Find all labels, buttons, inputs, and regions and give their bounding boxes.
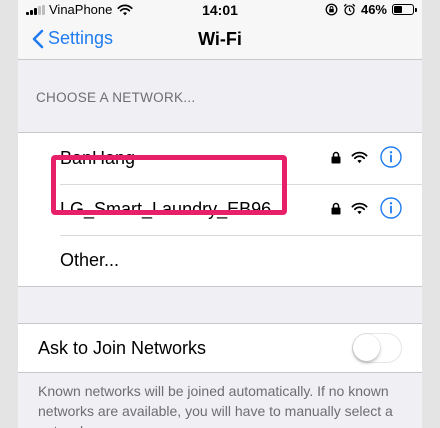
battery-icon	[392, 4, 417, 15]
toggle-knob	[353, 334, 380, 361]
ask-to-join-label: Ask to Join Networks	[38, 337, 207, 358]
battery-fill	[394, 6, 403, 13]
network-name: Other...	[60, 250, 120, 270]
ask-to-join-toggle[interactable]	[352, 333, 402, 363]
rotation-lock-icon	[325, 3, 338, 16]
footer-note: Known networks will be joined automatica…	[38, 383, 393, 428]
network-list: BanHang LG_Smart_Laundry_EB96 Other...	[18, 132, 422, 287]
alarm-icon	[343, 3, 356, 16]
lock-icon	[331, 202, 341, 214]
status-right: 46%	[325, 2, 417, 17]
network-icons	[331, 146, 402, 168]
status-bar: VinaPhone 14:01 46%	[18, 0, 422, 20]
page-title: Wi-Fi	[198, 29, 242, 49]
settings-screen: VinaPhone 14:01 46% Settings Wi-Fi CHOOS…	[18, 0, 422, 428]
info-icon[interactable]	[380, 146, 402, 168]
network-row-other[interactable]: Other...	[18, 235, 422, 286]
wifi-signal-icon	[351, 151, 368, 163]
right-frame-border	[422, 0, 440, 428]
network-icons	[331, 197, 402, 219]
network-row-banhang[interactable]: BanHang	[18, 133, 422, 184]
navigation-bar: Settings Wi-Fi	[18, 20, 422, 60]
left-frame-border	[0, 0, 18, 428]
network-name: BanHang	[60, 148, 136, 168]
network-row-lg-smart-laundry[interactable]: LG_Smart_Laundry_EB96	[18, 184, 422, 235]
lock-icon	[331, 151, 341, 163]
battery-percent: 46%	[360, 2, 387, 17]
ask-to-join-row: Ask to Join Networks	[18, 323, 422, 373]
section-header: CHOOSE A NETWORK...	[36, 90, 196, 105]
wifi-signal-icon	[351, 202, 368, 214]
network-name: LG_Smart_Laundry_EB96	[60, 199, 272, 219]
info-icon[interactable]	[380, 197, 402, 219]
